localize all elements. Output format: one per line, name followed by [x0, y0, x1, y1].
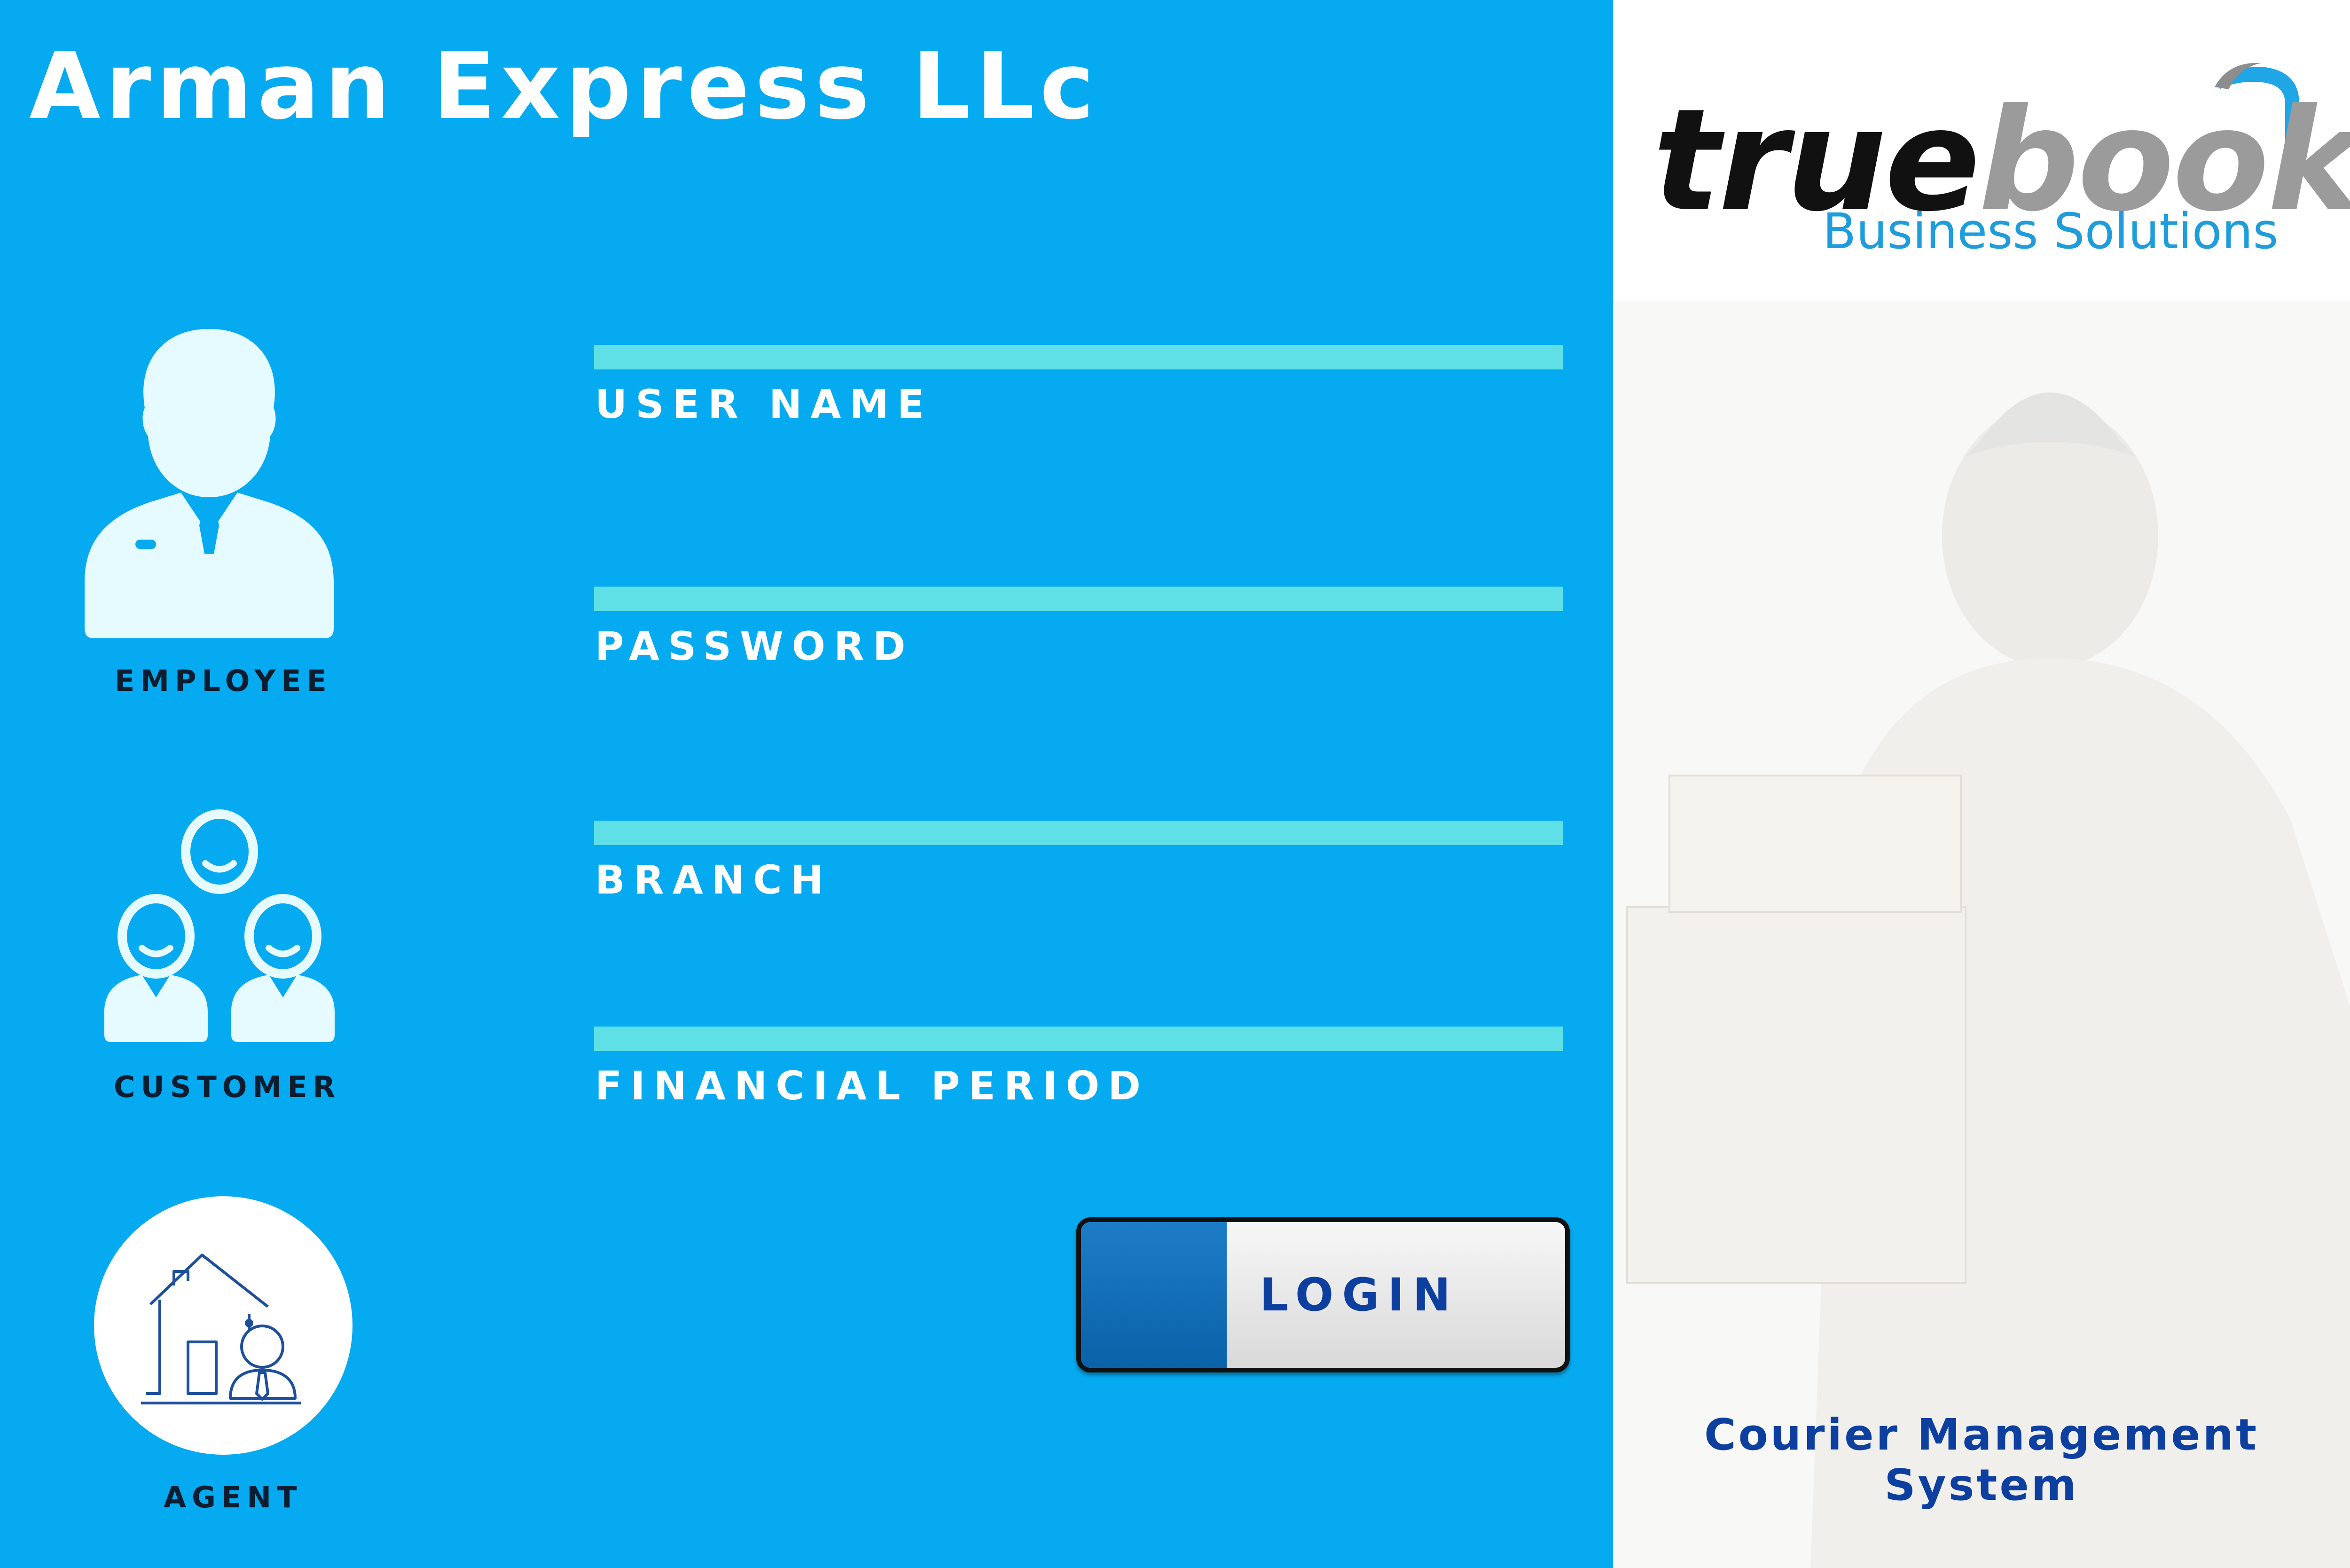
login-button[interactable]: LOGIN [1076, 1217, 1570, 1372]
system-name-line-2: System [1884, 1459, 2079, 1510]
financial-period-field-bar [594, 1027, 1563, 1051]
courier-photo-placeholder [1626, 392, 2350, 1568]
courier-photo [1613, 301, 2350, 1568]
logo-tagline: Business Solutions [1823, 203, 2279, 260]
role-label-agent: AGENT [164, 1480, 303, 1514]
username-label: USER NAME [595, 381, 933, 427]
username-input[interactable] [594, 432, 1565, 527]
system-name: Courier Management System [1613, 1410, 2350, 1510]
financial-period-input[interactable] [594, 1114, 1565, 1190]
password-input[interactable] [594, 672, 1565, 767]
financial-period-label: FINANCIAL PERIOD [595, 1063, 1149, 1109]
role-label-customer: CUSTOMER [114, 1070, 341, 1104]
customers-group-icon[interactable] [100, 809, 339, 1044]
branch-input[interactable] [594, 907, 1565, 1002]
system-name-line-1: Courier Management [1704, 1410, 2259, 1460]
brand-panel: truebook Business Solutions Courier Mana… [1613, 0, 2350, 1568]
login-button-accent [1081, 1222, 1227, 1368]
agent-house-icon[interactable] [94, 1196, 352, 1455]
login-button-label: LOGIN [1260, 1269, 1459, 1321]
branch-label: BRANCH [595, 857, 832, 903]
branch-field-bar [594, 821, 1563, 845]
login-panel: Arman Express LLc EMPLOYEE CUSTOMER AGEN… [0, 0, 1613, 1568]
password-label: PASSWORD [595, 623, 914, 669]
password-field-bar [594, 587, 1563, 611]
username-field-bar [594, 345, 1563, 369]
employee-icon[interactable] [80, 319, 338, 643]
company-name: Arman Express LLc [29, 33, 1100, 140]
role-label-employee: EMPLOYEE [115, 664, 332, 698]
